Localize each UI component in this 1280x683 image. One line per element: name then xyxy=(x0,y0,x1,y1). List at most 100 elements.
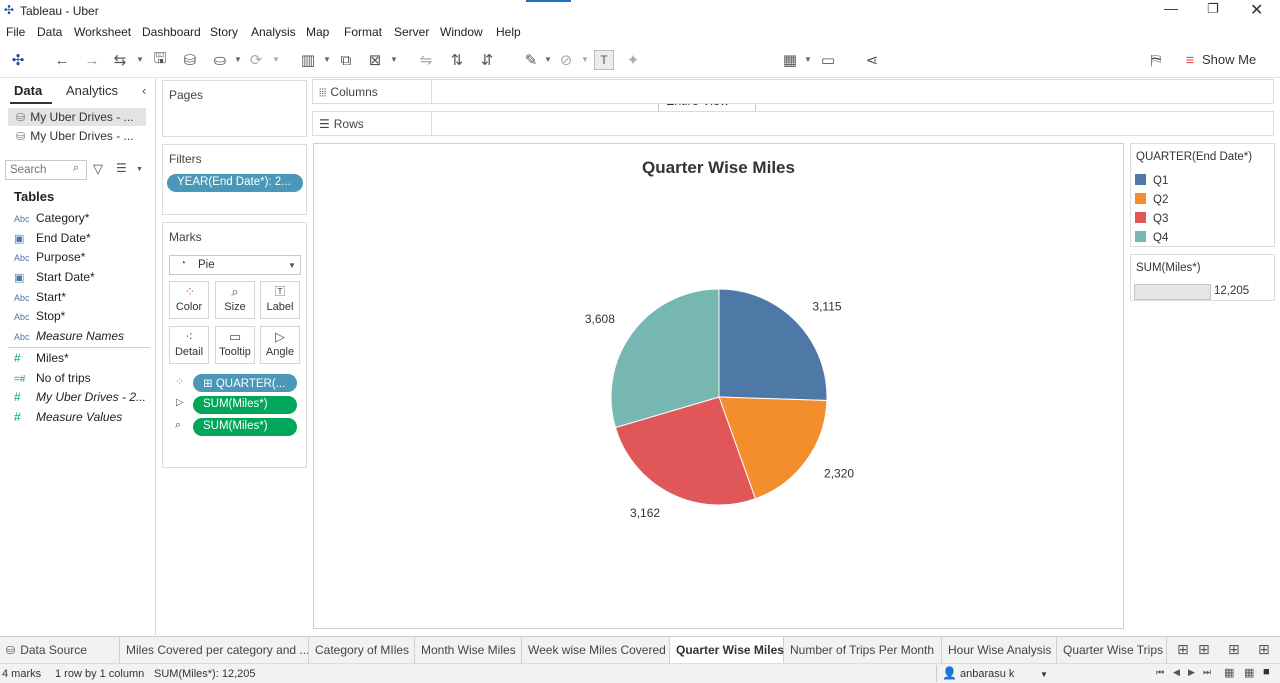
marks-pill-quarter[interactable]: ⊞ QUARTER(... xyxy=(193,374,297,392)
ask-data-icon[interactable]: ⛿ xyxy=(1146,50,1166,70)
filters-card[interactable]: Filters YEAR(End Date*): 2... xyxy=(162,144,307,215)
pause-updates-icon[interactable]: ⛀ xyxy=(210,50,230,70)
field-search-box[interactable]: ⌕ xyxy=(5,160,87,180)
datasource-item[interactable]: ⛁ My Uber Drives - ... xyxy=(8,127,146,145)
menu-story[interactable]: Story xyxy=(210,25,238,39)
add-sheet-icon[interactable]: ⊞ xyxy=(1258,641,1270,658)
search-input[interactable] xyxy=(10,163,70,177)
tab-week-wise-miles[interactable]: Week wise Miles Covered xyxy=(522,637,670,664)
duplicate-sheet-icon[interactable]: ⧉ xyxy=(336,50,356,70)
menu-data[interactable]: Data xyxy=(37,25,62,39)
field-no-of-trips[interactable]: =# No of trips xyxy=(14,371,91,389)
show-me-icon[interactable]: ≡ xyxy=(1180,50,1200,70)
show-labels-icon[interactable]: T xyxy=(594,50,614,70)
refresh-icon[interactable]: ⟳ xyxy=(246,50,266,70)
datasource-item-active[interactable]: ⛁ My Uber Drives - ... xyxy=(8,108,146,126)
pages-card[interactable]: Pages xyxy=(162,80,307,137)
highlight-icon[interactable]: ✎ xyxy=(521,50,541,70)
prev-sheet-icon[interactable]: ◀ xyxy=(1173,667,1180,678)
menu-analysis[interactable]: Analysis xyxy=(251,25,296,39)
tab-month-wise-miles[interactable]: Month Wise Miles xyxy=(415,637,522,664)
clear-sheet-icon[interactable]: ⊠ xyxy=(365,50,385,70)
tab-quarter-wise-trips[interactable]: Quarter Wise Trips xyxy=(1057,637,1167,664)
show-sheet-sorter-icon[interactable]: ▦ xyxy=(1244,666,1254,679)
marks-angle-button[interactable]: ▷ Angle xyxy=(260,326,300,364)
columns-shelf[interactable]: ⦙⦙⦙ Columns xyxy=(312,79,1274,104)
mark-type-select[interactable]: ◔ Pie ▼ xyxy=(169,255,301,275)
undo-icon[interactable]: ← xyxy=(52,50,72,70)
field-purpose[interactable]: Abc Purpose* xyxy=(14,250,85,268)
presentation-mode-icon[interactable]: ▭ xyxy=(818,50,838,70)
share-icon[interactable]: ⋖ xyxy=(862,50,882,70)
new-worksheet-icon[interactable]: ▥ xyxy=(298,50,318,70)
tab-analytics[interactable]: Analytics xyxy=(66,83,118,98)
chevron-down-icon[interactable]: ▼ xyxy=(323,55,331,64)
replay-icon[interactable]: ⇆ xyxy=(110,50,130,70)
marks-color-button[interactable]: ⁘ Color xyxy=(169,281,209,319)
menu-file[interactable]: File xyxy=(6,25,25,39)
legend-item-q1[interactable]: Q1 xyxy=(1135,174,1168,190)
filter-pill-year-end-date[interactable]: YEAR(End Date*): 2... xyxy=(167,174,303,192)
new-story-icon[interactable]: ⊞ xyxy=(1228,641,1240,658)
marks-size-button[interactable]: ⌕ Size xyxy=(215,281,255,319)
field-measure-values[interactable]: # Measure Values xyxy=(14,410,122,428)
menu-format[interactable]: Format xyxy=(344,25,382,39)
menu-dashboard[interactable]: Dashboard xyxy=(142,25,201,39)
new-dashboard-icon[interactable]: ⊞ xyxy=(1198,641,1210,658)
rows-shelf[interactable]: ☰ Rows xyxy=(312,111,1274,136)
swap-icon[interactable]: ⇋ xyxy=(416,50,436,70)
tab-data[interactable]: Data xyxy=(14,83,42,98)
save-icon[interactable]: 🖫 xyxy=(150,50,170,70)
chevron-down-icon[interactable]: ▼ xyxy=(581,55,589,64)
tableau-home-icon[interactable]: ✣ xyxy=(8,50,28,70)
filter-fields-icon[interactable]: ▽ xyxy=(93,161,103,177)
menu-worksheet[interactable]: Worksheet xyxy=(74,25,131,39)
tab-category-of-miles[interactable]: Category of MIles xyxy=(309,637,415,664)
menu-help[interactable]: Help xyxy=(496,25,521,39)
chevron-down-icon[interactable]: ▼ xyxy=(272,55,280,64)
field-stop[interactable]: Abc Stop* xyxy=(14,309,65,327)
show-tabs-icon[interactable]: ■ xyxy=(1263,666,1270,678)
first-sheet-icon[interactable]: ⏮ xyxy=(1156,667,1164,678)
minimize-icon[interactable]: — xyxy=(1164,0,1178,16)
user-name[interactable]: anbarasu k xyxy=(960,668,1014,680)
chevron-down-icon[interactable]: ▼ xyxy=(1040,670,1048,679)
legend-item-q3[interactable]: Q3 xyxy=(1135,212,1168,228)
marks-detail-button[interactable]: ⁖ Detail xyxy=(169,326,209,364)
field-category[interactable]: Abc Category* xyxy=(14,211,89,229)
legend-item-q2[interactable]: Q2 xyxy=(1135,193,1168,209)
chevron-down-icon[interactable]: ▼ xyxy=(390,55,398,64)
tab-quarter-wise-miles[interactable]: Quarter Wise Miles xyxy=(670,637,784,664)
tab-miles-covered-per-category[interactable]: Miles Covered per category and ... xyxy=(120,637,309,664)
field-miles[interactable]: # Miles* xyxy=(14,351,69,369)
menu-map[interactable]: Map xyxy=(306,25,329,39)
chevron-down-icon[interactable]: ▼ xyxy=(136,55,144,64)
last-sheet-icon[interactable]: ⏭ xyxy=(1203,667,1211,678)
close-icon[interactable]: ✕ xyxy=(1250,0,1263,20)
pie-slice-q1[interactable] xyxy=(718,288,828,402)
field-start-date[interactable]: ▣ Start Date* xyxy=(14,270,95,288)
show-me-button[interactable]: Show Me xyxy=(1202,52,1256,67)
field-measure-names[interactable]: Abc Measure Names xyxy=(14,329,124,347)
redo-icon[interactable]: → xyxy=(82,50,102,70)
collapse-pane-icon[interactable]: ‹ xyxy=(142,83,146,98)
legend-item-q4[interactable]: Q4 xyxy=(1135,231,1168,247)
tab-hour-wise-analysis[interactable]: Hour Wise Analysis xyxy=(942,637,1057,664)
field-end-date[interactable]: ▣ End Date* xyxy=(14,231,91,249)
next-sheet-icon[interactable]: ▶ xyxy=(1188,667,1195,678)
show-cards-icon[interactable]: ▦ xyxy=(780,50,800,70)
tab-data-source[interactable]: ⛁ Data Source xyxy=(0,637,120,664)
chevron-down-icon[interactable]: ▼ xyxy=(804,55,812,64)
new-worksheet-icon[interactable]: ⊞ xyxy=(1177,641,1189,658)
view-options-icon[interactable]: ☰ xyxy=(116,161,127,175)
sort-ascending-icon[interactable]: ⇅ xyxy=(447,50,467,70)
restore-icon[interactable]: ❐ xyxy=(1207,1,1219,17)
sort-descending-icon[interactable]: ⇵ xyxy=(477,50,497,70)
menu-server[interactable]: Server xyxy=(394,25,429,39)
new-datasource-icon[interactable]: ⛁ xyxy=(180,50,200,70)
field-my-uber-drives-count[interactable]: # My Uber Drives - 2... xyxy=(14,390,146,408)
tab-number-of-trips-per-month[interactable]: Number of Trips Per Month xyxy=(784,637,942,664)
marks-pill-sum-miles-angle[interactable]: SUM(Miles*) xyxy=(193,396,297,414)
marks-pill-sum-miles-size[interactable]: SUM(Miles*) xyxy=(193,418,297,436)
marks-tooltip-button[interactable]: ▭ Tooltip xyxy=(215,326,255,364)
